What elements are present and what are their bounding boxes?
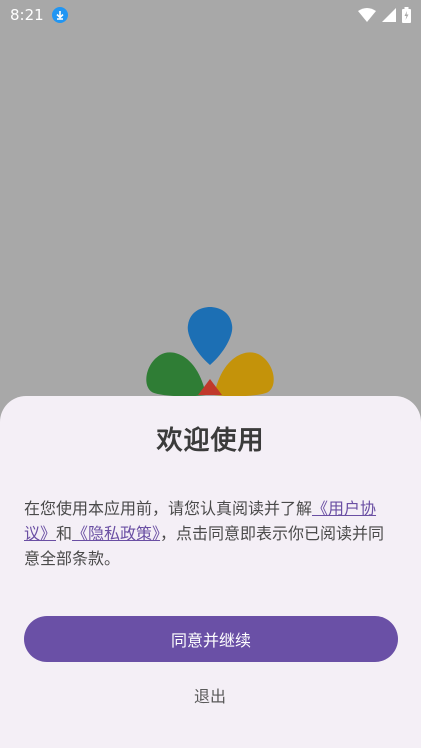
logo-petal-green <box>146 352 206 397</box>
dialog-title: 欢迎使用 <box>156 426 265 456</box>
status-right <box>358 7 411 23</box>
status-bar: 8:21 <box>0 0 421 30</box>
exit-button[interactable]: 退出 <box>160 680 260 710</box>
battery-icon <box>402 7 411 23</box>
signal-icon <box>382 8 396 22</box>
message-text-1: 在您使用本应用前，请您认真阅读并了解 <box>24 499 313 518</box>
status-left: 8:21 <box>10 6 68 24</box>
logo-petal-yellow <box>214 352 274 397</box>
wifi-icon <box>358 8 376 22</box>
agree-continue-button[interactable]: 同意并继续 <box>24 616 398 662</box>
app-logo <box>146 307 274 397</box>
privacy-policy-link[interactable]: 《隐私政策》 <box>72 524 160 543</box>
dialog-message: 在您使用本应用前，请您认真阅读并了解《用户协议》和《隐私政策》，点击同意即表示你… <box>24 496 399 571</box>
logo-petal-blue <box>187 307 233 365</box>
download-icon <box>51 7 68 23</box>
message-text-2: 和 <box>56 524 73 543</box>
welcome-dialog: 欢迎使用 在您使用本应用前，请您认真阅读并了解《用户协议》和《隐私政策》，点击同… <box>0 396 421 748</box>
status-time: 8:21 <box>10 6 44 24</box>
